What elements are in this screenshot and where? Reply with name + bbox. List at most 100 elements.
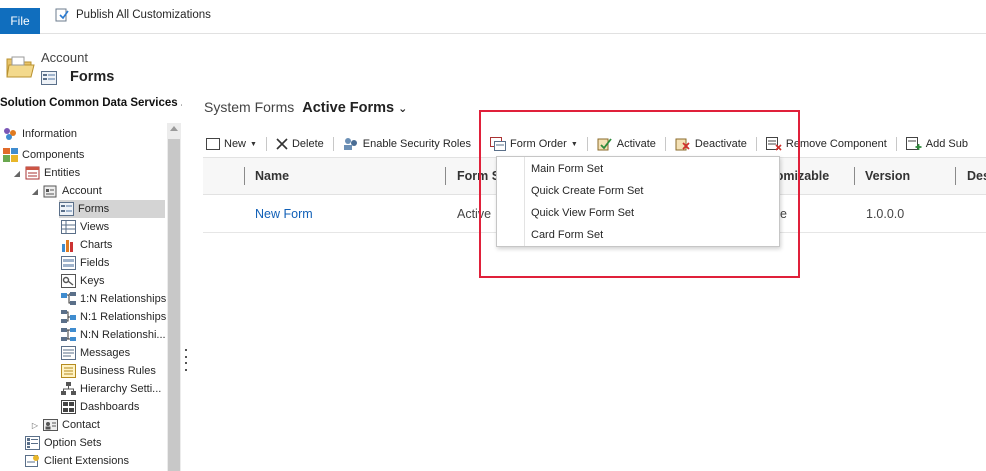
column-separator — [244, 167, 245, 185]
sidebar-item-label: Entities — [44, 167, 81, 179]
sidebar-item-client-extensions[interactable]: Client Extensions — [25, 452, 129, 470]
sidebar-item-label: Business Rules — [80, 365, 156, 377]
highlight-annotation-box — [479, 110, 800, 278]
sidebar-item-account[interactable]: ◢ Account — [31, 182, 102, 200]
sidebar-item-hierarchy-settings[interactable]: Hierarchy Setti... — [61, 380, 161, 398]
view-selector: System Forms Active Forms ⌄ — [204, 99, 407, 119]
command-separator — [265, 137, 267, 151]
page-title: Forms — [70, 69, 115, 85]
security-roles-icon — [343, 138, 357, 150]
relationship-icon — [61, 292, 76, 305]
sidebar-item-contact[interactable]: ▷ Contact — [31, 416, 100, 434]
view-name-dropdown[interactable]: Active Forms ⌄ — [302, 100, 407, 116]
expanded-triangle-icon[interactable]: ◢ — [13, 169, 21, 178]
sidebar-item-1n-relationships[interactable]: 1:N Relationships — [61, 290, 166, 308]
sidebar-item-keys[interactable]: Keys — [61, 272, 104, 290]
sidebar-item-nn-relationships[interactable]: N:N Relationshi... — [61, 326, 166, 344]
sidebar-item-messages[interactable]: Messages — [61, 344, 130, 362]
charts-icon — [62, 240, 73, 252]
sidebar-item-option-sets[interactable]: Option Sets — [25, 434, 101, 452]
entities-icon — [25, 166, 40, 180]
fields-icon — [61, 256, 76, 270]
forms-icon — [59, 202, 74, 216]
delete-x-icon — [276, 138, 288, 150]
business-rules-icon — [61, 364, 76, 378]
column-separator — [854, 167, 855, 185]
contact-entity-icon — [43, 419, 58, 431]
column-separator — [445, 167, 446, 185]
column-header-version[interactable]: Version — [865, 169, 910, 183]
sidebar-item-label: Information — [22, 128, 78, 140]
information-icon — [4, 128, 16, 140]
file-button[interactable]: File — [0, 8, 40, 34]
option-sets-icon — [25, 436, 40, 450]
publish-all-label: Publish All Customizations — [76, 9, 211, 21]
sidebar-item-label: Client Extensions — [44, 455, 129, 467]
forms-icon — [41, 71, 57, 85]
sidebar-item-components[interactable]: Components — [3, 146, 84, 164]
sidebar-item-business-rules[interactable]: Business Rules — [61, 362, 156, 380]
components-icon — [3, 148, 18, 162]
chevron-down-icon: ⌄ — [398, 103, 408, 115]
views-icon — [61, 220, 76, 234]
column-separator — [955, 167, 956, 185]
new-button[interactable]: New ▼ — [203, 134, 260, 154]
add-subcomponents-label: Add Sub — [925, 138, 968, 150]
sidebar-item-fields[interactable]: Fields — [61, 254, 109, 272]
command-separator — [332, 137, 334, 151]
sidebar-item-label: Charts — [80, 239, 113, 251]
sidebar-item-label: Hierarchy Setti... — [80, 383, 162, 395]
enable-security-roles-label: Enable Security Roles — [362, 138, 471, 150]
sidebar-item-label: Account — [62, 185, 102, 197]
sidebar-item-label: Dashboards — [80, 401, 140, 413]
sidebar-item-information[interactable]: Information — [3, 125, 77, 143]
solution-title: Solution Common Data Services ... — [0, 97, 182, 109]
view-name-label: Active Forms — [302, 100, 395, 116]
sidebar-item-label: Keys — [80, 275, 105, 287]
command-separator — [895, 137, 897, 151]
sidebar-item-charts[interactable]: Charts — [61, 236, 112, 254]
relationship-icon — [61, 310, 76, 323]
client-extensions-icon — [25, 455, 39, 467]
enable-security-roles-button[interactable]: Enable Security Roles — [340, 134, 474, 154]
new-label: New — [224, 138, 247, 150]
keys-icon — [61, 274, 76, 288]
column-header-description[interactable]: Des — [967, 169, 986, 183]
delete-button[interactable]: Delete — [273, 134, 327, 154]
hierarchy-icon — [61, 382, 76, 395]
sidebar-item-forms[interactable]: Forms — [59, 200, 165, 218]
relationship-icon — [61, 328, 76, 341]
header-entity-name: Account — [41, 50, 88, 65]
sidebar-item-views[interactable]: Views — [61, 218, 109, 236]
expanded-triangle-icon[interactable]: ◢ — [31, 187, 39, 196]
sidebar-scrollbar-thumb[interactable] — [168, 139, 180, 471]
sidebar-item-label: Contact — [62, 419, 100, 431]
add-subcomponents-icon — [905, 137, 922, 150]
sidebar-item-entities[interactable]: ◢ Entities — [13, 164, 80, 182]
scroll-up-arrow-icon[interactable] — [170, 126, 178, 131]
publish-all-button[interactable]: Publish All Customizations — [54, 5, 211, 25]
view-prefix: System Forms — [204, 99, 295, 115]
sidebar-item-label: N:1 Relationships — [80, 311, 167, 323]
pane-splitter-handle[interactable] — [184, 349, 187, 371]
remove-component-label: Remove Component — [785, 138, 887, 150]
sidebar-item-label: Messages — [80, 347, 131, 359]
publish-icon — [55, 8, 69, 22]
sidebar-item-label: Fields — [80, 257, 110, 269]
version-cell: 1.0.0.0 — [866, 207, 905, 221]
sidebar-item-label: Views — [80, 221, 110, 233]
sidebar-item-label: 1:N Relationships — [80, 293, 167, 305]
collapsed-triangle-icon[interactable]: ▷ — [31, 421, 39, 430]
sidebar-item-label: Components — [22, 149, 85, 161]
messages-icon — [61, 346, 76, 360]
folder-icon — [6, 56, 35, 78]
new-document-icon — [206, 138, 220, 150]
add-subcomponents-button[interactable]: Add Sub — [903, 134, 971, 154]
sidebar-item-label: Forms — [78, 203, 110, 215]
sidebar-item-n1-relationships[interactable]: N:1 Relationships — [61, 308, 166, 326]
form-name-link[interactable]: New Form — [255, 207, 313, 221]
caret-down-icon: ▼ — [250, 140, 257, 148]
column-header-name[interactable]: Name — [255, 169, 289, 183]
sidebar-item-dashboards[interactable]: Dashboards — [61, 398, 139, 416]
account-entity-icon — [43, 185, 57, 198]
